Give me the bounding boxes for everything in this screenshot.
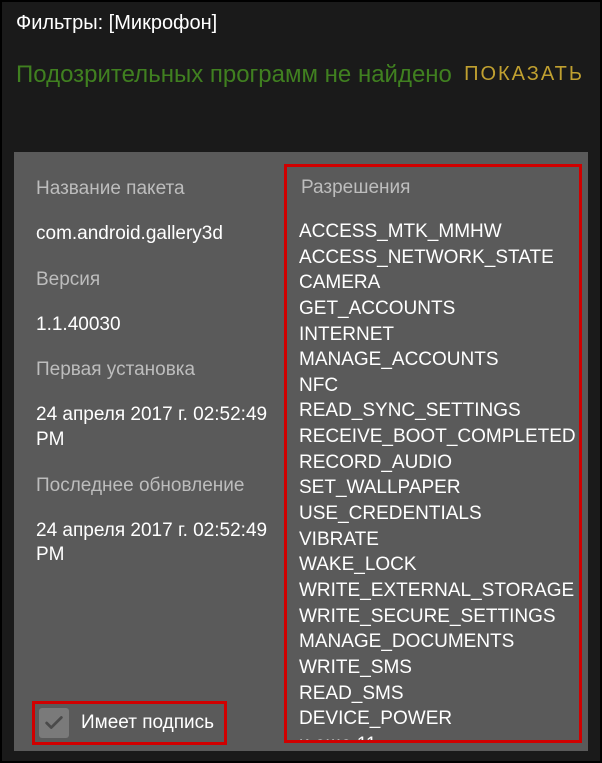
filters-label: Фильтры: [Микрофон] [16, 12, 586, 35]
permission-item: CAMERA [299, 270, 575, 296]
first-install-label: Первая установка [36, 359, 268, 381]
permission-item: RECORD_AUDIO [299, 450, 575, 476]
permission-item: MANAGE_ACCOUNTS [299, 347, 575, 373]
permission-item: WRITE_SECURE_SETTINGS [299, 604, 575, 630]
permissions-label: Разрешения [301, 177, 575, 199]
topbar: Фильтры: [Микрофон] [2, 2, 600, 41]
permission-item: MANAGE_DOCUMENTS [299, 629, 575, 655]
show-button[interactable]: ПОКАЗАТЬ [462, 59, 586, 90]
permissions-more: и еще 11 [299, 732, 575, 743]
package-info-column: Название пакета com.android.gallery3d Ве… [14, 162, 284, 751]
version-label: Версия [36, 269, 268, 291]
signature-checkbox[interactable] [39, 708, 69, 738]
permission-item: RECEIVE_BOOT_COMPLETED [299, 424, 575, 450]
permission-item: READ_SMS [299, 681, 575, 707]
permissions-column: Разрешения ACCESS_MTK_MMHWACCESS_NETWORK… [284, 164, 582, 743]
first-install-value: 24 апреля 2017 г. 02:52:49 PM [36, 403, 268, 452]
permission-item: INTERNET [299, 322, 575, 348]
permission-item: ACCESS_NETWORK_STATE [299, 245, 575, 271]
check-icon [43, 712, 65, 734]
package-name-value: com.android.gallery3d [36, 222, 268, 247]
signature-row[interactable]: Имеет подпись [32, 701, 227, 745]
permission-item: WAKE_LOCK [299, 552, 575, 578]
signature-label: Имеет подпись [81, 712, 214, 734]
permission-item: WRITE_EXTERNAL_STORAGE [299, 578, 575, 604]
permission-item: ACCESS_MTK_MMHW [299, 219, 575, 245]
status-message: Подозрительных программ не найдено [16, 60, 452, 90]
package-name-label: Название пакета [36, 178, 268, 200]
permission-item: NFC [299, 373, 575, 399]
permission-item: SET_WALLPAPER [299, 475, 575, 501]
last-update-label: Последнее обновление [36, 475, 268, 497]
version-value: 1.1.40030 [36, 313, 268, 338]
permission-item: VIBRATE [299, 527, 575, 553]
permission-item: READ_SYNC_SETTINGS [299, 398, 575, 424]
status-row: Подозрительных программ не найдено ПОКАЗ… [2, 41, 600, 112]
app-window: Фильтры: [Микрофон] Подозрительных прогр… [0, 0, 602, 763]
last-update-value: 24 апреля 2017 г. 02:52:49 PM [36, 519, 268, 568]
permission-item: DEVICE_POWER [299, 706, 575, 732]
permissions-list: ACCESS_MTK_MMHWACCESS_NETWORK_STATECAMER… [299, 219, 575, 732]
permission-item: WRITE_SMS [299, 655, 575, 681]
permission-item: USE_CREDENTIALS [299, 501, 575, 527]
details-card: Название пакета com.android.gallery3d Ве… [14, 152, 588, 751]
permission-item: GET_ACCOUNTS [299, 296, 575, 322]
